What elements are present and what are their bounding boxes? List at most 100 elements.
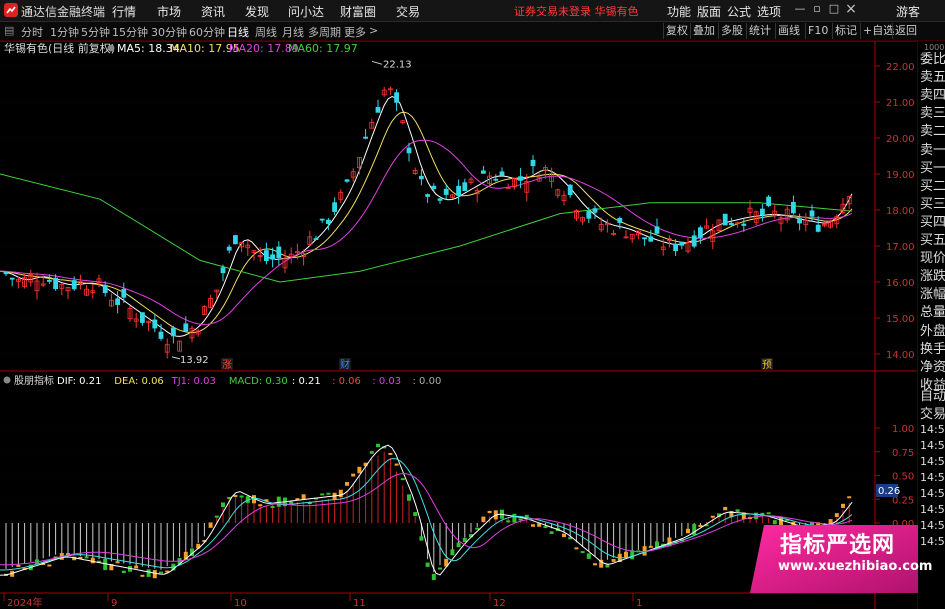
user-guest[interactable]: 游客 — [896, 3, 920, 20]
period-5min[interactable]: 5分钟 — [81, 24, 110, 40]
candle-down — [313, 238, 319, 240]
date-tick-label: 11 — [353, 598, 366, 609]
candle-down — [170, 327, 176, 337]
period-more[interactable]: 更多 — [344, 24, 366, 40]
indicator-tick-label: 0.50 — [892, 472, 914, 483]
trade-login-alert[interactable]: 证券交易未登录 华锡有色 — [514, 3, 639, 19]
period-monthly[interactable]: 月线 — [282, 24, 304, 40]
candle-down — [698, 227, 703, 238]
btn-back[interactable]: 返回 — [892, 23, 919, 39]
settings-gear-icon[interactable] — [107, 44, 115, 52]
btn-fuquan[interactable]: 复权 — [663, 23, 690, 39]
candle-down — [332, 202, 338, 212]
period-daily[interactable]: 日线 — [227, 24, 249, 40]
candle-down — [183, 323, 189, 332]
price-gridlines — [0, 65, 875, 355]
indicator-candle — [611, 559, 616, 562]
minimize-icon[interactable]: — — [793, 2, 807, 16]
indicator-candle — [47, 564, 52, 567]
indicator-candle — [456, 542, 461, 548]
legend-ma60: MA60: 17.97 — [288, 42, 358, 55]
btn-diejia[interactable]: 叠加 — [690, 23, 717, 39]
side-field-label: 卖四 — [920, 88, 945, 104]
candle-down — [729, 222, 734, 226]
indicator-candle — [834, 513, 839, 518]
title-bar: 通达信金融终端 行情 市场 资讯 发现 问小达 财富圈 交易 证券交易未登录 华… — [0, 0, 945, 22]
menu-gongneng[interactable]: 功能 — [667, 3, 691, 20]
indicator-settings-icon[interactable] — [3, 376, 11, 384]
restore-icon[interactable]: ▫ — [810, 2, 824, 16]
indicator-candle — [121, 570, 126, 574]
btn-biaoji[interactable]: 标记 — [832, 23, 859, 39]
indicator-candle — [394, 463, 399, 466]
candle-down — [766, 196, 771, 206]
side-time-label: 14:56 — [920, 519, 945, 532]
menu-zixun[interactable]: 资讯 — [201, 3, 225, 20]
menu-banmian[interactable]: 版面 — [697, 3, 721, 20]
indicator-histogram — [5, 451, 850, 573]
date-tick-label: 1 — [636, 598, 642, 609]
price-annotations: 22.13 13.92 涨 财 预 — [171, 59, 773, 371]
date-tick-label: 12 — [493, 598, 506, 609]
menu-shichang[interactable]: 市场 — [157, 3, 181, 20]
candle-down — [270, 254, 276, 260]
candle-down — [102, 284, 108, 294]
menu-xuanxiang[interactable]: 选项 — [757, 3, 781, 20]
btn-add-watchlist[interactable]: +自选 — [860, 23, 896, 39]
period-fenshi[interactable]: 分时 — [21, 24, 43, 40]
indicator-legend-item: : 0.06 — [332, 376, 361, 387]
candle-down — [363, 136, 369, 139]
side-auto-trade-label[interactable]: 自动 — [920, 385, 945, 404]
candle-down — [121, 289, 127, 298]
btn-duogu[interactable]: 多股 — [718, 23, 745, 39]
side-auto-trade-label[interactable]: 交易 — [920, 403, 945, 422]
btn-tongji[interactable]: 统计 — [746, 23, 773, 39]
period-multi[interactable]: 多周期 — [308, 24, 341, 40]
candle-down — [741, 223, 747, 226]
indicator-candle — [506, 520, 511, 523]
more-chevron-icon[interactable]: > — [369, 24, 378, 37]
menu-faxian[interactable]: 发现 — [245, 3, 269, 20]
candle-down — [791, 201, 796, 214]
menu-hangqing[interactable]: 行情 — [112, 3, 136, 20]
toolbar-menu-icon[interactable]: ▤ — [4, 24, 14, 37]
period-60min[interactable]: 60分钟 — [189, 24, 225, 40]
candle-down — [375, 106, 381, 113]
watermark-title: 指标严选网 — [780, 533, 896, 558]
candle-down — [443, 188, 449, 195]
menu-caifuquan[interactable]: 财富圈 — [340, 3, 376, 20]
candle-down — [152, 319, 158, 329]
menu-wenxiaoda[interactable]: 问小达 — [288, 3, 324, 20]
indicator-candle — [369, 451, 374, 454]
btn-f10[interactable]: F10 — [805, 23, 830, 39]
indicator-candle — [518, 518, 523, 521]
candle-down — [592, 208, 598, 213]
candle-down — [654, 226, 660, 234]
price-tick-label: 19.00 — [886, 170, 915, 181]
price-tick-label: 20.00 — [886, 134, 915, 145]
period-15min[interactable]: 15分钟 — [112, 24, 148, 40]
candle-down — [431, 185, 437, 189]
side-field-label: 买五 — [920, 233, 945, 248]
menu-gongshi[interactable]: 公式 — [727, 3, 751, 20]
side-field-label: 卖三 — [920, 106, 945, 122]
menu-jiaoyi[interactable]: 交易 — [396, 3, 420, 20]
close-icon[interactable]: × — [844, 2, 858, 16]
indicator-candles — [4, 443, 852, 581]
side-time-label: 14:56 — [920, 455, 945, 468]
candle-down — [642, 237, 647, 240]
indicator-candle — [686, 528, 690, 534]
side-field-label: 外盘 — [920, 323, 945, 339]
maximize-icon[interactable]: □ — [827, 2, 841, 16]
period-30min[interactable]: 30分钟 — [151, 24, 187, 40]
indicator-candle — [270, 505, 275, 508]
btn-huaxian[interactable]: 画线 — [775, 23, 802, 39]
candle-down — [673, 243, 678, 252]
period-weekly[interactable]: 周线 — [255, 24, 277, 40]
indicator-candle — [574, 547, 579, 550]
side-field-label: 买二 — [920, 178, 945, 194]
period-1min[interactable]: 1分钟 — [50, 24, 79, 40]
indicator-candle — [562, 533, 566, 538]
candle-down — [480, 170, 486, 174]
stock-title: 华锡有色(日线 前复权) — [4, 41, 115, 55]
